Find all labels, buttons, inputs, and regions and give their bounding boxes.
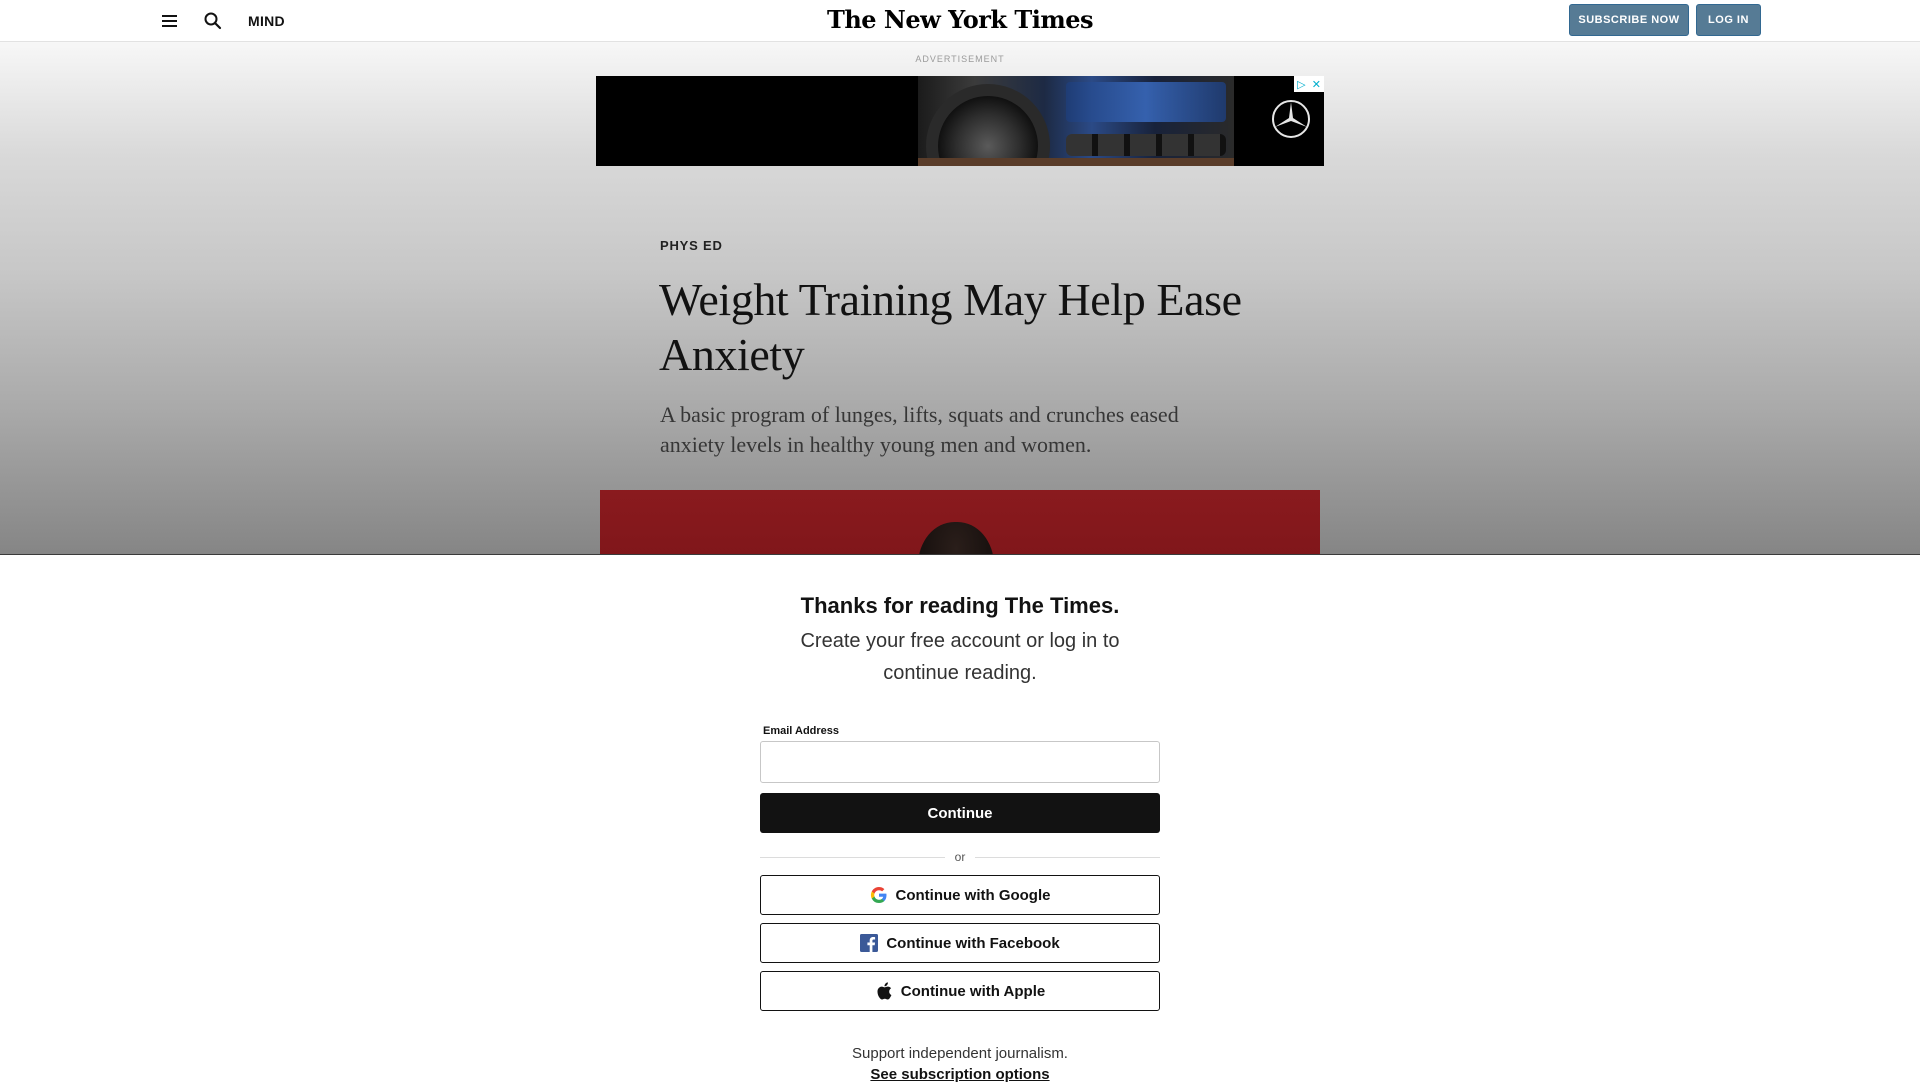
ad-info-icon[interactable]: ▷ bbox=[1297, 78, 1305, 91]
apple-signin-label: Continue with Apple bbox=[900, 982, 1046, 1000]
support-journalism-text: Support independent journalism. bbox=[852, 1045, 1068, 1062]
mercedes-logo-icon bbox=[1272, 100, 1310, 138]
email-signup-form: Email Address Continue or Continue with … bbox=[760, 725, 1161, 1011]
continue-button[interactable]: Continue bbox=[760, 793, 1160, 833]
ad-banner[interactable]: ▷ ✕ bbox=[596, 76, 1324, 166]
apple-icon bbox=[875, 982, 893, 1000]
section-link-mind[interactable]: MIND bbox=[248, 13, 285, 29]
regwall-title: Thanks for reading The Times. bbox=[800, 593, 1120, 618]
email-label: Email Address bbox=[763, 725, 840, 737]
divider-line-left bbox=[760, 856, 945, 858]
facebook-signin-button[interactable]: Continue with Facebook bbox=[760, 923, 1160, 963]
search-icon[interactable] bbox=[202, 10, 224, 32]
ad-choices-icon[interactable]: ▷ ✕ bbox=[1294, 76, 1324, 92]
article-headline: Weight Training May Help Ease Anxiety bbox=[659, 274, 1242, 380]
menu-icon[interactable] bbox=[160, 12, 180, 30]
subscription-options-link[interactable]: See subscription options bbox=[0, 1066, 1920, 1083]
facebook-icon bbox=[860, 934, 879, 952]
ad-close-icon[interactable]: ✕ bbox=[1312, 78, 1321, 91]
apple-signin-button[interactable]: Continue with Apple bbox=[760, 971, 1160, 1011]
or-divider: or bbox=[760, 847, 1161, 867]
or-label: or bbox=[954, 850, 966, 864]
article-summary: A basic program of lunges, lifts, squats… bbox=[660, 402, 1179, 457]
google-signin-button[interactable]: Continue with Google bbox=[760, 875, 1160, 915]
top-navigation-bar: MIND The New York Times SUBSCRIBE NOW LO… bbox=[0, 0, 1920, 42]
article-kicker[interactable]: PHYS ED bbox=[660, 238, 723, 253]
email-field[interactable] bbox=[760, 741, 1160, 783]
divider-line-right bbox=[975, 856, 1161, 858]
advertisement-label: ADVERTISEMENT bbox=[915, 54, 1005, 64]
ad-air-vents bbox=[1066, 134, 1226, 156]
google-icon bbox=[870, 886, 888, 904]
google-signin-label: Continue with Google bbox=[895, 886, 1051, 904]
login-button[interactable]: LOG IN bbox=[1696, 4, 1761, 36]
ad-wood-trim bbox=[918, 158, 1234, 166]
facebook-signin-label: Continue with Facebook bbox=[886, 934, 1060, 952]
subscribe-button[interactable]: SUBSCRIBE NOW bbox=[1569, 4, 1689, 36]
nyt-logo[interactable]: The New York Times bbox=[760, 5, 1160, 34]
ad-dashboard-screen bbox=[1066, 82, 1226, 122]
article-area: ADVERTISEMENT ▷ ✕ PHYS ED Weight Trainin… bbox=[0, 42, 1920, 597]
regwall-subtitle: Create your free account or log in to co… bbox=[800, 630, 1120, 684]
registration-modal: Thanks for reading The Times. Create you… bbox=[0, 554, 1920, 1083]
